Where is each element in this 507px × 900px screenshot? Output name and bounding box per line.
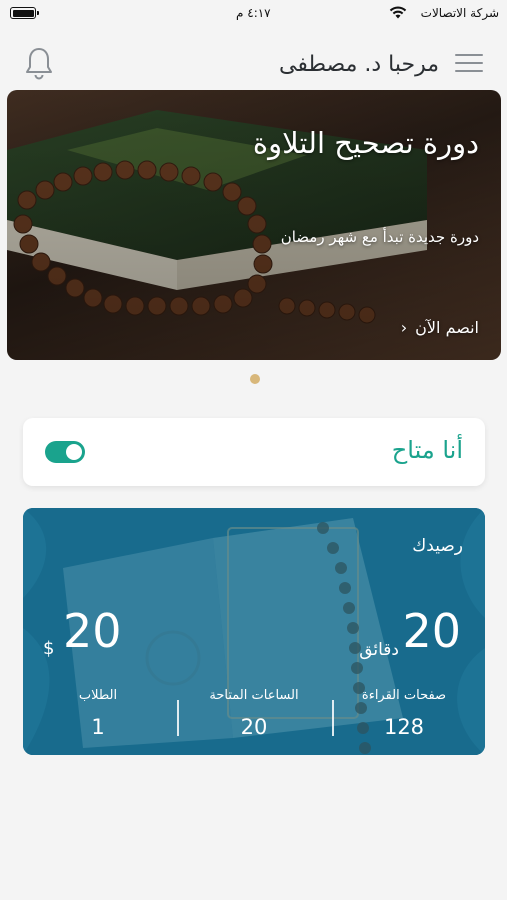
chevron-left-icon: ‹ <box>400 318 408 337</box>
promo-banner[interactable]: دورة تصحيح التلاوة دورة جديدة تبدأ مع شه… <box>7 90 501 360</box>
reading-pages-label: صفحات القراءة <box>361 688 447 703</box>
carrier-name: شركة الاتصالات <box>420 6 499 20</box>
join-now-link[interactable]: انصم الآن ‹ <box>401 318 479 337</box>
currency-symbol: $ <box>43 638 55 659</box>
battery-icon <box>10 7 39 19</box>
reading-pages-stat: صفحات القراءة 128 <box>329 688 479 739</box>
availability-label: أنا متاح <box>391 436 463 464</box>
banner-subtitle: دورة جديدة تبدأ مع شهر رمضان <box>280 228 479 246</box>
reading-pages-value: 128 <box>383 715 425 739</box>
students-stat: الطلاب 1 <box>23 688 173 739</box>
bell-icon[interactable] <box>24 46 54 82</box>
minutes-unit: دقائق <box>359 640 399 660</box>
students-value: 1 <box>91 715 105 739</box>
join-now-label: انصم الآن <box>415 318 479 337</box>
balance-label: رصيدك <box>412 536 463 556</box>
availability-toggle[interactable] <box>45 441 85 463</box>
greeting-title: مرحبا د. مصطفى <box>278 52 439 77</box>
minutes-value: 20 <box>402 604 461 658</box>
balance-card: رصيدك 20 دقائق 20 $ صفحات القراءة 128 ال… <box>23 508 485 755</box>
availability-card: أنا متاح <box>23 418 485 486</box>
wifi-icon <box>389 6 407 22</box>
banner-title: دورة تصحيح التلاوة <box>252 126 479 160</box>
money-value: 20 <box>63 604 122 658</box>
stat-divider <box>332 700 334 736</box>
carousel-page-indicator[interactable] <box>250 374 260 384</box>
students-label: الطلاب <box>78 688 118 703</box>
available-hours-stat: الساعات المتاحة 20 <box>179 688 329 739</box>
clock: ٤:١٧ م <box>236 6 271 20</box>
available-hours-label: الساعات المتاحة <box>209 688 299 703</box>
hamburger-menu-icon[interactable] <box>455 54 483 74</box>
stat-divider <box>177 700 179 736</box>
app-header: مرحبا د. مصطفى <box>0 40 507 90</box>
status-bar: شركة الاتصالات ٤:١٧ م <box>0 0 507 28</box>
available-hours-value: 20 <box>240 715 268 739</box>
